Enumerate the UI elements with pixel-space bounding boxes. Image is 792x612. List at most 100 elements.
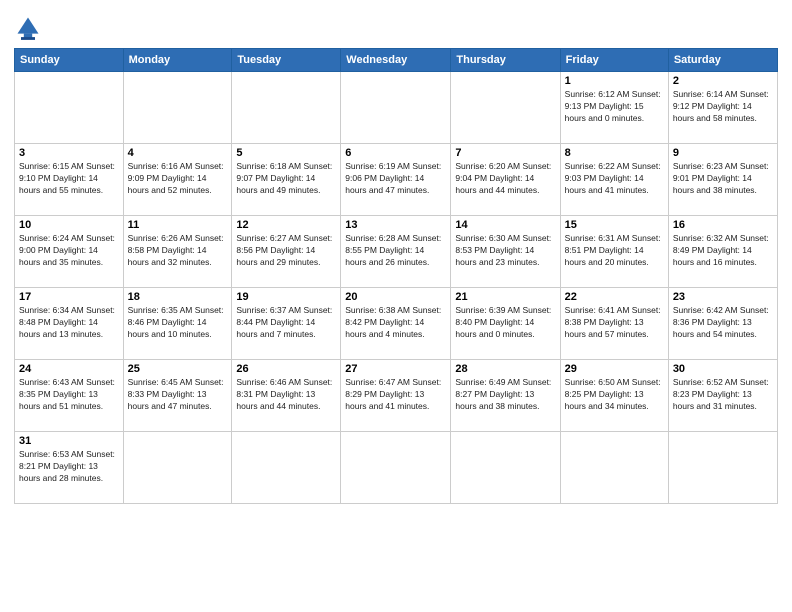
calendar-cell <box>341 72 451 144</box>
calendar-cell: 16 Sunrise: 6:32 AM Sunset: 8:49 PM Dayli… <box>668 216 777 288</box>
calendar-cell <box>451 432 560 504</box>
day-info: Sunrise: 6:18 AM Sunset: 9:07 PM Dayligh… <box>236 161 336 197</box>
day-info: Sunrise: 6:41 AM Sunset: 8:38 PM Dayligh… <box>565 305 664 341</box>
calendar-cell: 9 Sunrise: 6:23 AM Sunset: 9:01 PM Daylig… <box>668 144 777 216</box>
day-number: 29 <box>565 363 664 375</box>
day-number: 4 <box>128 147 228 159</box>
day-info: Sunrise: 6:24 AM Sunset: 9:00 PM Dayligh… <box>19 233 119 269</box>
day-number: 16 <box>673 219 773 231</box>
day-info: Sunrise: 6:45 AM Sunset: 8:33 PM Dayligh… <box>128 377 228 413</box>
calendar-cell: 1 Sunrise: 6:12 AM Sunset: 9:13 PM Daylig… <box>560 72 668 144</box>
week-row-1: 1 Sunrise: 6:12 AM Sunset: 9:13 PM Daylig… <box>15 72 778 144</box>
calendar-cell: 7Sunrise: 6:20 AM Sunset: 9:04 PM Daylig… <box>451 144 560 216</box>
calendar-cell: 5 Sunrise: 6:18 AM Sunset: 9:07 PM Daylig… <box>232 144 341 216</box>
day-info: Sunrise: 6:38 AM Sunset: 8:42 PM Dayligh… <box>345 305 446 341</box>
day-number: 13 <box>345 219 446 231</box>
day-info: Sunrise: 6:22 AM Sunset: 9:03 PM Dayligh… <box>565 161 664 197</box>
calendar-cell: 25 Sunrise: 6:45 AM Sunset: 8:33 PM Dayli… <box>123 360 232 432</box>
week-row-5: 24 Sunrise: 6:43 AM Sunset: 8:35 PM Dayli… <box>15 360 778 432</box>
day-number: 30 <box>673 363 773 375</box>
day-number: 24 <box>19 363 119 375</box>
day-info: Sunrise: 6:26 AM Sunset: 8:58 PM Dayligh… <box>128 233 228 269</box>
header <box>14 10 778 42</box>
day-info: Sunrise: 6:37 AM Sunset: 8:44 PM Dayligh… <box>236 305 336 341</box>
calendar-cell: 21Sunrise: 6:39 AM Sunset: 8:40 PM Dayli… <box>451 288 560 360</box>
calendar-cell: 20 Sunrise: 6:38 AM Sunset: 8:42 PM Dayli… <box>341 288 451 360</box>
calendar-cell: 8 Sunrise: 6:22 AM Sunset: 9:03 PM Daylig… <box>560 144 668 216</box>
day-number: 26 <box>236 363 336 375</box>
day-info: Sunrise: 6:12 AM Sunset: 9:13 PM Dayligh… <box>565 89 664 125</box>
weekday-header-sunday: Sunday <box>15 49 124 72</box>
day-info: Sunrise: 6:30 AM Sunset: 8:53 PM Dayligh… <box>455 233 555 269</box>
calendar-table: SundayMondayTuesdayWednesdayThursdayFrid… <box>14 48 778 504</box>
day-info: Sunrise: 6:15 AM Sunset: 9:10 PM Dayligh… <box>19 161 119 197</box>
day-info: Sunrise: 6:23 AM Sunset: 9:01 PM Dayligh… <box>673 161 773 197</box>
calendar-cell <box>123 72 232 144</box>
weekday-header-saturday: Saturday <box>668 49 777 72</box>
calendar-cell: 3 Sunrise: 6:15 AM Sunset: 9:10 PM Daylig… <box>15 144 124 216</box>
day-number: 6 <box>345 147 446 159</box>
day-info: Sunrise: 6:28 AM Sunset: 8:55 PM Dayligh… <box>345 233 446 269</box>
day-number: 18 <box>128 291 228 303</box>
week-row-4: 17Sunrise: 6:34 AM Sunset: 8:48 PM Dayli… <box>15 288 778 360</box>
calendar-cell: 14 Sunrise: 6:30 AM Sunset: 8:53 PM Dayli… <box>451 216 560 288</box>
week-row-3: 10 Sunrise: 6:24 AM Sunset: 9:00 PM Dayli… <box>15 216 778 288</box>
calendar-cell: 18Sunrise: 6:35 AM Sunset: 8:46 PM Dayli… <box>123 288 232 360</box>
day-number: 7 <box>455 147 555 159</box>
calendar-cell: 28Sunrise: 6:49 AM Sunset: 8:27 PM Dayli… <box>451 360 560 432</box>
calendar-cell <box>451 72 560 144</box>
day-number: 14 <box>455 219 555 231</box>
calendar-cell: 17Sunrise: 6:34 AM Sunset: 8:48 PM Dayli… <box>15 288 124 360</box>
day-number: 9 <box>673 147 773 159</box>
calendar-cell: 6 Sunrise: 6:19 AM Sunset: 9:06 PM Daylig… <box>341 144 451 216</box>
calendar-cell <box>232 72 341 144</box>
weekday-header-tuesday: Tuesday <box>232 49 341 72</box>
day-number: 21 <box>455 291 555 303</box>
calendar-cell: 15 Sunrise: 6:31 AM Sunset: 8:51 PM Dayli… <box>560 216 668 288</box>
calendar-cell: 23Sunrise: 6:42 AM Sunset: 8:36 PM Dayli… <box>668 288 777 360</box>
day-number: 25 <box>128 363 228 375</box>
calendar-cell <box>668 432 777 504</box>
calendar-cell: 27Sunrise: 6:47 AM Sunset: 8:29 PM Dayli… <box>341 360 451 432</box>
calendar-cell: 12Sunrise: 6:27 AM Sunset: 8:56 PM Dayli… <box>232 216 341 288</box>
day-info: Sunrise: 6:31 AM Sunset: 8:51 PM Dayligh… <box>565 233 664 269</box>
calendar-cell <box>232 432 341 504</box>
generalblue-icon <box>14 14 42 42</box>
calendar-cell: 19 Sunrise: 6:37 AM Sunset: 8:44 PM Dayli… <box>232 288 341 360</box>
calendar-cell: 10 Sunrise: 6:24 AM Sunset: 9:00 PM Dayli… <box>15 216 124 288</box>
day-info: Sunrise: 6:19 AM Sunset: 9:06 PM Dayligh… <box>345 161 446 197</box>
day-number: 11 <box>128 219 228 231</box>
calendar-cell: 30Sunrise: 6:52 AM Sunset: 8:23 PM Dayli… <box>668 360 777 432</box>
day-number: 3 <box>19 147 119 159</box>
weekday-header-thursday: Thursday <box>451 49 560 72</box>
weekday-header-friday: Friday <box>560 49 668 72</box>
calendar-cell <box>341 432 451 504</box>
day-number: 5 <box>236 147 336 159</box>
weekday-header-monday: Monday <box>123 49 232 72</box>
calendar-cell: 26Sunrise: 6:46 AM Sunset: 8:31 PM Dayli… <box>232 360 341 432</box>
calendar-cell: 4 Sunrise: 6:16 AM Sunset: 9:09 PM Daylig… <box>123 144 232 216</box>
day-info: Sunrise: 6:32 AM Sunset: 8:49 PM Dayligh… <box>673 233 773 269</box>
day-number: 10 <box>19 219 119 231</box>
day-number: 12 <box>236 219 336 231</box>
weekday-header-row: SundayMondayTuesdayWednesdayThursdayFrid… <box>15 49 778 72</box>
day-info: Sunrise: 6:43 AM Sunset: 8:35 PM Dayligh… <box>19 377 119 413</box>
calendar-cell: 31Sunrise: 6:53 AM Sunset: 8:21 PM Dayli… <box>15 432 124 504</box>
day-number: 22 <box>565 291 664 303</box>
day-info: Sunrise: 6:16 AM Sunset: 9:09 PM Dayligh… <box>128 161 228 197</box>
calendar-cell: 2Sunrise: 6:14 AM Sunset: 9:12 PM Daylig… <box>668 72 777 144</box>
calendar-cell: 11 Sunrise: 6:26 AM Sunset: 8:58 PM Dayli… <box>123 216 232 288</box>
day-number: 2 <box>673 75 773 87</box>
day-number: 1 <box>565 75 664 87</box>
weekday-header-wednesday: Wednesday <box>341 49 451 72</box>
week-row-6: 31Sunrise: 6:53 AM Sunset: 8:21 PM Dayli… <box>15 432 778 504</box>
day-info: Sunrise: 6:53 AM Sunset: 8:21 PM Dayligh… <box>19 449 119 485</box>
calendar-cell: 22 Sunrise: 6:41 AM Sunset: 8:38 PM Dayli… <box>560 288 668 360</box>
day-info: Sunrise: 6:49 AM Sunset: 8:27 PM Dayligh… <box>455 377 555 413</box>
day-number: 15 <box>565 219 664 231</box>
week-row-2: 3 Sunrise: 6:15 AM Sunset: 9:10 PM Daylig… <box>15 144 778 216</box>
calendar-cell <box>123 432 232 504</box>
day-number: 19 <box>236 291 336 303</box>
day-number: 8 <box>565 147 664 159</box>
day-number: 20 <box>345 291 446 303</box>
